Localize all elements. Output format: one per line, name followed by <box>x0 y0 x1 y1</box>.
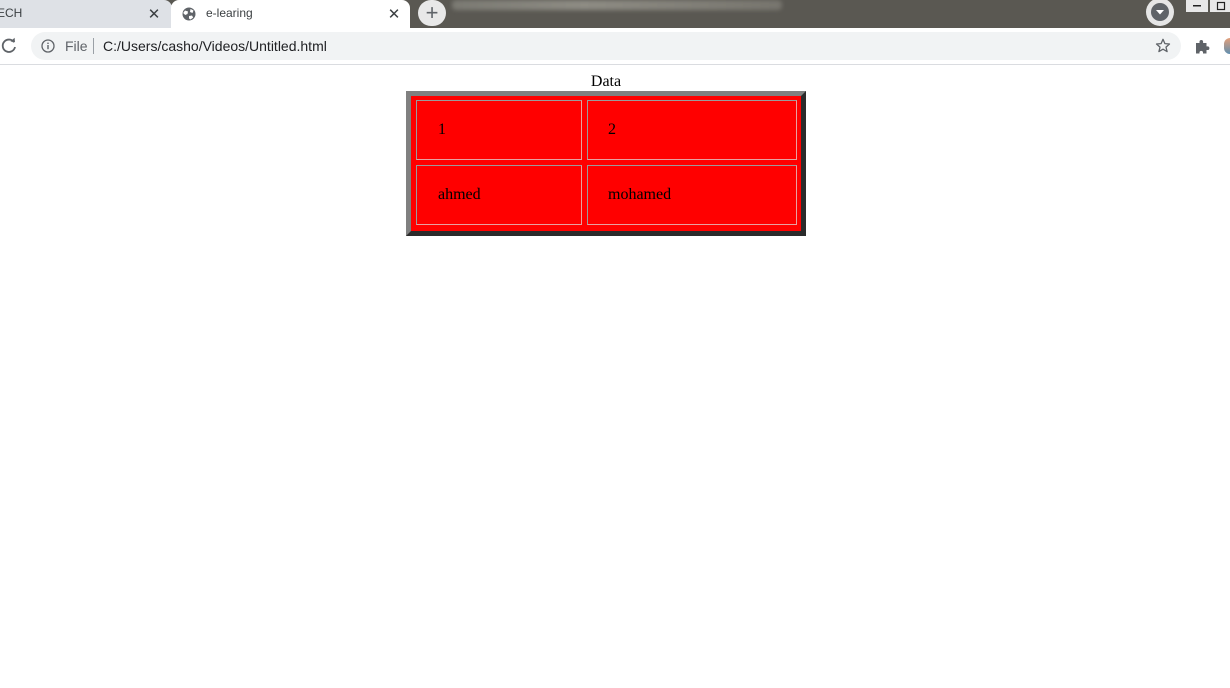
tab-strip: ECH ✕ e-learing ✕ + <box>0 0 1230 28</box>
page-content: Data 1 2 ahmed mohamed <box>0 65 1230 688</box>
browser-toolbar: File C:/Users/casho/Videos/Untitled.html <box>0 28 1230 65</box>
close-tab-button[interactable]: ✕ <box>145 5 163 23</box>
omnibox-divider <box>93 38 94 54</box>
minimize-icon <box>1193 5 1201 7</box>
globe-icon <box>182 7 196 21</box>
data-table: 1 2 ahmed mohamed <box>406 91 806 236</box>
maximize-icon <box>1216 1 1226 11</box>
table-cell: mohamed <box>587 165 797 225</box>
chevron-down-icon <box>1151 3 1169 21</box>
tab-inactive[interactable]: ECH ✕ <box>0 0 172 28</box>
blurred-window-title <box>452 0 782 10</box>
tab-label: e-learing <box>206 6 253 20</box>
table-cell: 1 <box>416 100 582 160</box>
maximize-button[interactable] <box>1210 0 1230 12</box>
puzzle-icon[interactable] <box>1194 38 1211 55</box>
avatar[interactable] <box>1224 38 1230 54</box>
tab-label: ECH <box>0 6 23 20</box>
profile-menu-button[interactable] <box>1146 0 1174 26</box>
table-cell: ahmed <box>416 165 582 225</box>
tab-active[interactable]: e-learing ✕ <box>171 0 410 28</box>
minimize-button[interactable] <box>1186 0 1208 12</box>
address-bar[interactable]: File C:/Users/casho/Videos/Untitled.html <box>31 32 1181 60</box>
reload-icon[interactable] <box>0 37 18 55</box>
info-icon[interactable] <box>41 39 55 53</box>
url-text[interactable]: C:/Users/casho/Videos/Untitled.html <box>103 38 327 54</box>
window-controls <box>1186 0 1230 12</box>
scheme-label: File <box>65 38 88 54</box>
star-icon[interactable] <box>1155 38 1171 54</box>
new-tab-button[interactable]: + <box>418 0 446 26</box>
close-tab-button[interactable]: ✕ <box>385 5 403 23</box>
table-cell: 2 <box>587 100 797 160</box>
table-caption: Data <box>590 73 622 90</box>
